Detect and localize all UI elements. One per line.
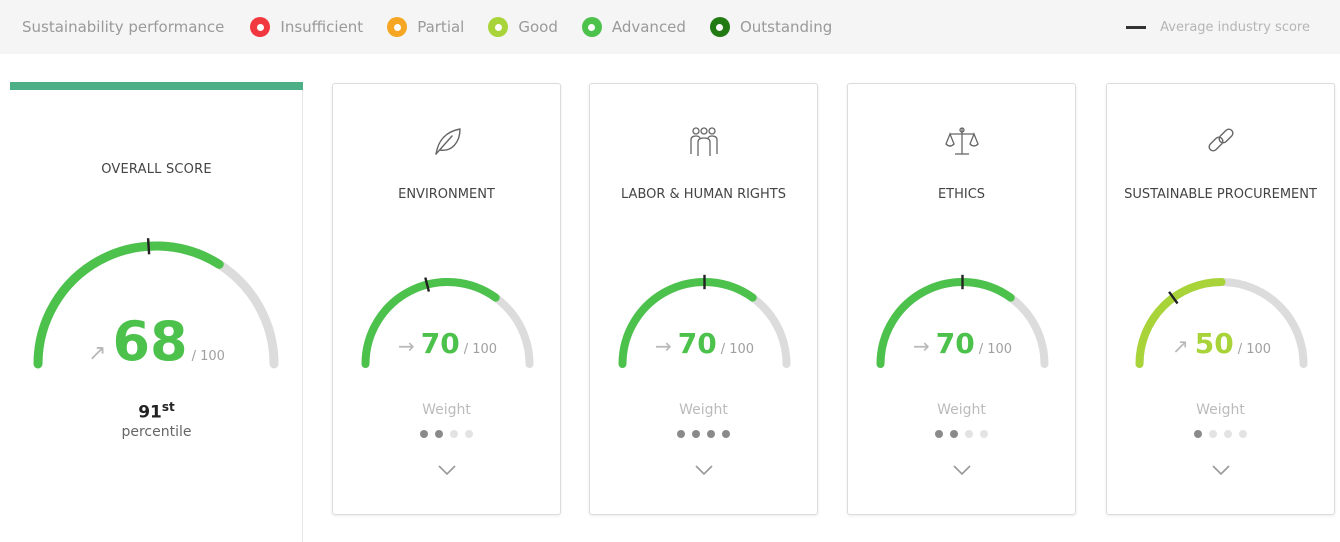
legend-item-outstanding: Outstanding [709, 17, 833, 37]
category-card-ethics[interactable]: ETHICS → 70 / 100 Weight [847, 83, 1076, 515]
labor-score-number: 70 [677, 327, 717, 360]
average-marker-icon [1126, 25, 1147, 29]
legend-label: Insufficient [280, 18, 364, 36]
weight-dot-empty [965, 430, 973, 438]
legend-label: Outstanding [739, 18, 833, 36]
legend-item-partial: Partial [387, 17, 464, 37]
weight-dot-filled [707, 430, 715, 438]
legend-bar: Sustainability performance Insufficient … [0, 0, 1340, 54]
legend-item-insufficient: Insufficient [250, 17, 363, 37]
procurement-score-denominator: / 100 [1237, 342, 1272, 357]
weight-dot-filled [677, 430, 685, 438]
weight-dot-filled [950, 430, 958, 438]
weight-dot-filled [935, 430, 943, 438]
chevron-down-icon[interactable] [590, 464, 817, 476]
category-label: LABOR & HUMAN RIGHTS [621, 187, 786, 202]
weight-dot-filled [722, 430, 730, 438]
legend-item-advanced: Advanced [581, 17, 686, 37]
overall-score-value: ↗ 68 / 100 [10, 310, 303, 373]
weight-label: Weight [422, 402, 471, 418]
labor-score-denominator: / 100 [720, 342, 755, 357]
chevron-down-icon[interactable] [333, 464, 560, 476]
ethics-score-number: 70 [935, 327, 975, 360]
percentile-number: 91 [138, 402, 162, 423]
weight-label: Weight [679, 402, 728, 418]
weight-dots [1107, 430, 1334, 438]
partial-status-icon [387, 17, 408, 37]
legend-label: Partial [417, 18, 465, 36]
advanced-status-icon [581, 17, 602, 37]
category-label: ETHICS [937, 187, 986, 202]
trend-flat-icon: → [397, 334, 415, 358]
percentile-suffix: st [161, 400, 175, 414]
procurement-score-value: ↗ 50 / 100 [1107, 327, 1336, 360]
weight-dot-empty [465, 430, 473, 438]
weight-dot-filled [692, 430, 700, 438]
trend-flat-icon: → [912, 334, 930, 358]
legend-label: Advanced [611, 18, 686, 36]
percentile-label: percentile [121, 424, 192, 441]
chain-link-icon [1107, 124, 1334, 158]
weight-dot-empty [450, 430, 458, 438]
weight-label: Weight [1196, 402, 1245, 418]
category-card-sustainable-procurement[interactable]: SUSTAINABLE PROCUREMENT ↗ 50 / 100 Weigh… [1106, 83, 1335, 515]
category-card-labor-human-rights[interactable]: LABOR & HUMAN RIGHTS → 70 / 100 Weight [589, 83, 818, 515]
weight-dot-filled [435, 430, 443, 438]
chevron-down-icon[interactable] [848, 464, 1075, 476]
weight-dots [848, 430, 1075, 438]
overall-score-label: OVERALL SCORE [101, 162, 212, 177]
overall-score-denominator: / 100 [191, 349, 225, 364]
environment-score-value: → 70 / 100 [333, 327, 562, 360]
good-status-icon [488, 17, 509, 37]
scales-icon [848, 124, 1075, 158]
insufficient-status-icon [250, 17, 271, 37]
legend-label: Good [518, 18, 558, 36]
overall-score-number: 68 [112, 310, 188, 373]
ethics-score-gauge [876, 274, 1049, 368]
average-industry-marker [146, 238, 151, 255]
weight-dot-empty [1239, 430, 1247, 438]
overall-score-panel: OVERALL SCORE ↗ 68 / 100 91st percentile [10, 82, 303, 542]
labor-score-value: → 70 / 100 [590, 327, 819, 360]
average-industry-legend: Average industry score [1126, 0, 1310, 54]
trend-up-icon: ↗ [1171, 334, 1189, 358]
category-label: SUSTAINABLE PROCUREMENT [1124, 187, 1317, 202]
procurement-score-number: 50 [1194, 327, 1234, 360]
weight-dot-empty [1224, 430, 1232, 438]
chevron-down-icon[interactable] [1107, 464, 1334, 476]
weight-dots [333, 430, 560, 438]
labor-score-gauge [618, 274, 791, 368]
procurement-score-gauge [1135, 278, 1308, 368]
weight-label: Weight [937, 402, 986, 418]
category-card-environment[interactable]: ENVIRONMENT → 70 / 100 Weight [332, 83, 561, 515]
environment-score-gauge [361, 277, 534, 368]
weight-dot-empty [1209, 430, 1217, 438]
trend-flat-icon: → [654, 334, 672, 358]
environment-score-denominator: / 100 [463, 342, 498, 357]
overall-accent-bar [10, 82, 303, 90]
average-industry-label: Average industry score [1160, 19, 1310, 35]
legend-item-good: Good [488, 17, 558, 37]
percentile-block: 91st percentile [10, 400, 303, 440]
ethics-score-value: → 70 / 100 [848, 327, 1077, 360]
weight-dot-filled [1194, 430, 1202, 438]
environment-score-number: 70 [420, 327, 460, 360]
legend-title: Sustainability performance [22, 18, 225, 36]
ethics-score-denominator: / 100 [978, 342, 1013, 357]
trend-up-icon: ↗ [88, 341, 107, 366]
outstanding-status-icon [709, 17, 730, 37]
weight-dot-empty [980, 430, 988, 438]
category-label: ENVIRONMENT [398, 187, 495, 202]
leaf-icon [333, 124, 560, 158]
weight-dot-filled [420, 430, 428, 438]
people-icon [590, 124, 817, 158]
weight-dots [590, 430, 817, 438]
